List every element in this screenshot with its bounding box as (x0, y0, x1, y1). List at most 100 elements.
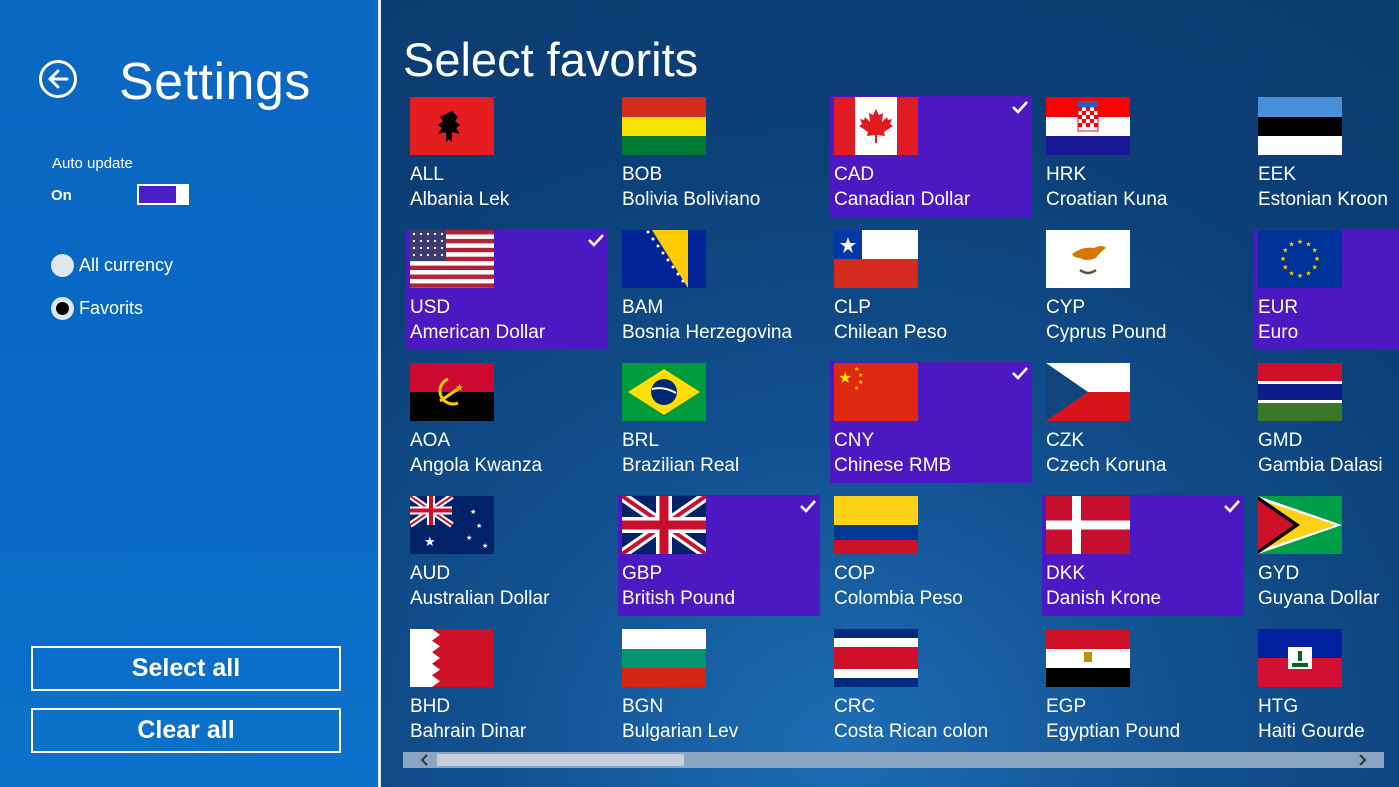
currency-tile-aoa[interactable]: ★ AOA Angola Kwanza (406, 362, 608, 483)
currency-tile-bam[interactable]: BAM Bosnia Herzegovina (618, 229, 820, 350)
currency-name: Costa Rican colon (834, 721, 989, 742)
clear-all-button[interactable]: Clear all (31, 708, 341, 753)
currency-code: EUR (1258, 297, 1299, 318)
currency-tile-hrk[interactable]: HRK Croatian Kuna (1042, 96, 1244, 217)
currency-code: USD (410, 297, 451, 318)
currency-tile-cop[interactable]: COP Colombia Peso (830, 495, 1032, 616)
estonia-flag-icon (1258, 97, 1342, 155)
currency-tile-clp[interactable]: CLP Chilean Peso (830, 229, 1032, 350)
currency-name: Canadian Dollar (834, 189, 971, 210)
toggle-thumb[interactable] (176, 186, 187, 203)
currency-name: Haiti Gourde (1258, 721, 1365, 742)
svg-text:★: ★ (424, 534, 436, 549)
currency-tile-gmd[interactable]: GMD Gambia Dalasi (1254, 362, 1399, 483)
currency-name: Albania Lek (410, 189, 510, 210)
currency-tile-brl[interactable]: BRL Brazilian Real (618, 362, 820, 483)
auto-update-label: Auto update (52, 155, 133, 172)
currency-tile-gyd[interactable]: GYD Guyana Dollar (1254, 495, 1399, 616)
currency-tile-bhd[interactable]: BHD Bahrain Dinar (406, 628, 608, 749)
svg-text:★: ★ (854, 366, 859, 373)
currency-tile-cad[interactable]: CAD Canadian Dollar (830, 96, 1032, 217)
australia-flag-icon: ★★★★★ (410, 496, 494, 554)
haiti-flag-icon (1258, 629, 1342, 687)
currency-code: BRL (622, 430, 659, 451)
select-all-button[interactable]: Select all (31, 646, 341, 691)
currency-tile-bob[interactable]: BOB Bolivia Boliviano (618, 96, 820, 217)
china-flag-icon: ★ ★★★★ (834, 363, 918, 421)
checkmark-icon (1012, 367, 1028, 380)
currency-name: Chilean Peso (834, 322, 948, 343)
back-arrow-icon (48, 69, 69, 89)
currency-code: EGP (1046, 696, 1087, 717)
albania-flag-icon (410, 97, 494, 155)
radio-all-currency[interactable]: All currency (51, 254, 173, 277)
currency-name: Cyprus Pound (1046, 322, 1167, 343)
currency-name: Bahrain Dinar (410, 721, 527, 742)
currency-code: GYD (1258, 563, 1300, 584)
currency-tile-crc[interactable]: CRC Costa Rican colon (830, 628, 1032, 749)
bahrain-flag-icon (410, 629, 494, 687)
currency-tile-bgn[interactable]: BGN Bulgarian Lev (618, 628, 820, 749)
currency-tile-cny[interactable]: ★ ★ ★ ★ ★ CNY Chinese RMB (830, 362, 1032, 483)
currency-tile-htg[interactable]: HTG Haiti Gourde (1254, 628, 1399, 749)
radio-all-circle[interactable] (51, 254, 74, 277)
currency-code: ALL (410, 164, 444, 185)
currency-code: GMD (1258, 430, 1303, 451)
svg-text:★: ★ (1280, 255, 1286, 263)
currency-name: Bosnia Herzegovina (622, 322, 793, 343)
currency-code: HTG (1258, 696, 1299, 717)
guyana-flag-icon (1258, 496, 1342, 554)
currency-code: CZK (1046, 430, 1084, 451)
horizontal-scrollbar[interactable] (403, 752, 1384, 768)
svg-text:★: ★ (455, 383, 464, 394)
svg-text:★: ★ (1297, 272, 1303, 280)
svg-text:★: ★ (838, 370, 852, 387)
currency-code: CLP (834, 297, 871, 318)
croatia-flag-icon (1046, 97, 1130, 155)
svg-text:★: ★ (1312, 247, 1318, 255)
currency-code: CYP (1046, 297, 1086, 318)
currency-tile-cyp[interactable]: CYP Cyprus Pound (1042, 229, 1244, 350)
back-button[interactable] (39, 60, 77, 98)
currency-tile-aud[interactable]: ★ ★ ★ ★ ★ AUD Australian Dollar (406, 495, 608, 616)
currency-tile-dkk[interactable]: DKK Danish Krone (1042, 495, 1244, 616)
settings-title: Settings (119, 53, 311, 111)
currency-name: Egyptian Pound (1046, 721, 1181, 742)
currency-tile-czk[interactable]: CZK Czech Koruna (1042, 362, 1244, 483)
cyprus-flag-icon (1046, 230, 1130, 288)
svg-text:★: ★ (1305, 270, 1311, 278)
currency-name: Bulgarian Lev (622, 721, 739, 742)
egypt-flag-icon (1046, 629, 1130, 687)
usa-flag-icon (410, 230, 494, 288)
currency-tile-eur[interactable]: ★ ★ ★ ★ ★ ★ ★ ★ ★ ★ ★ ★ EUR Euro (1254, 229, 1399, 350)
auto-update-state: On (51, 187, 72, 204)
eu-flag-icon: ★★★★★★★★★ ★ ★★ (1258, 230, 1342, 288)
currency-name: British Pound (622, 588, 736, 609)
currency-code: CNY (834, 430, 875, 451)
currency-code: CAD (834, 164, 875, 185)
svg-text:★: ★ (858, 379, 863, 386)
checkmark-icon (800, 500, 816, 513)
auto-update-toggle[interactable] (137, 184, 189, 205)
currency-tile-all[interactable]: ALL Albania Lek (406, 96, 608, 217)
currency-tile-gbp[interactable]: GBP British Pound (618, 495, 820, 616)
costa-rica-flag-icon (834, 629, 918, 687)
radio-favorites-circle[interactable] (51, 297, 74, 320)
currency-tile-eek[interactable]: EEK Estonian Kroon (1254, 96, 1399, 217)
chile-flag-icon (834, 230, 918, 288)
scrollbar-thumb[interactable] (437, 754, 684, 766)
svg-text:★: ★ (1312, 264, 1318, 272)
currency-tile-egp[interactable]: EGP Egyptian Pound (1042, 628, 1244, 749)
checkmark-icon (588, 234, 604, 247)
currency-code: EEK (1258, 164, 1297, 185)
radio-favorites[interactable]: Favorits (51, 297, 143, 320)
currency-tile-usd[interactable]: USD American Dollar (406, 229, 608, 350)
currency-name: Danish Krone (1046, 588, 1162, 609)
scroll-right-icon[interactable] (1354, 752, 1370, 768)
currency-name: Brazilian Real (622, 455, 740, 476)
currency-code: BAM (622, 297, 664, 318)
bosnia-flag-icon (622, 230, 706, 288)
scroll-left-icon[interactable] (417, 752, 433, 768)
currency-name: Croatian Kuna (1046, 189, 1168, 210)
currency-code: GBP (622, 563, 663, 584)
